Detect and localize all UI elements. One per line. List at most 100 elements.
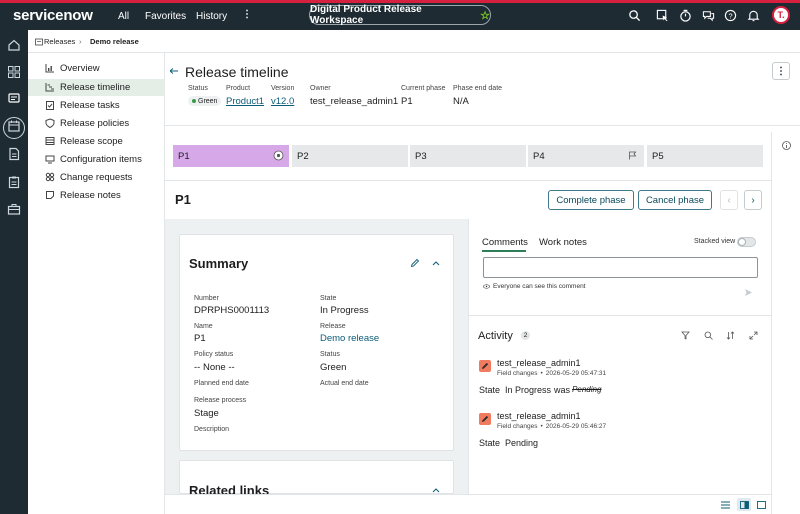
bullet-separator: • <box>540 370 543 377</box>
filter-icon[interactable] <box>681 331 690 340</box>
activity-user[interactable]: test_release_admin1 <box>497 358 581 368</box>
timer-icon[interactable] <box>679 9 692 22</box>
actual-end-date-label: Actual end date <box>320 380 369 387</box>
phase-p5[interactable]: P5 <box>647 145 763 167</box>
ci-icon <box>45 155 55 164</box>
subnav-item-release-tasks[interactable]: Release tasks <box>28 97 165 114</box>
header-more-button[interactable]: ⋮ <box>772 62 790 80</box>
favorite-star-icon[interactable]: ☆ <box>480 9 490 22</box>
split-layout-button[interactable] <box>737 498 751 511</box>
calendar-icon[interactable] <box>7 119 21 133</box>
subnav-label: Release notes <box>60 190 121 201</box>
expand-icon[interactable] <box>749 331 758 340</box>
document-icon[interactable] <box>7 147 21 161</box>
subnav-item-configuration-items[interactable]: Configuration items <box>28 151 165 168</box>
policy-status-value: -- None -- <box>194 362 235 373</box>
subnav-label: Release timeline <box>60 82 131 93</box>
policy-status-label: Policy status <box>194 351 234 358</box>
activity-title: Activity <box>478 330 513 342</box>
collapse-icon[interactable] <box>170 68 178 74</box>
tab-comments-underline <box>482 250 526 252</box>
split-layout-icon <box>739 500 749 509</box>
chevron-up-icon[interactable] <box>432 487 440 493</box>
grid-icon[interactable] <box>7 65 21 79</box>
version-link[interactable]: v12.0 <box>271 96 294 107</box>
svg-text:?: ? <box>728 11 732 20</box>
edit-pencil-icon[interactable] <box>410 258 420 268</box>
comment-input[interactable] <box>483 257 758 278</box>
field-change-entry-icon <box>479 413 491 425</box>
next-button[interactable]: › <box>744 190 762 210</box>
phase-p1[interactable]: P1 <box>173 145 289 167</box>
phase-p4[interactable]: P4 <box>528 145 644 167</box>
nav-favorites[interactable]: Favorites <box>145 11 186 22</box>
user-avatar[interactable]: T. <box>772 6 790 24</box>
tab-work-notes[interactable]: Work notes <box>539 237 587 248</box>
pencil-icon <box>482 415 489 422</box>
phase-label: P2 <box>297 151 309 162</box>
subnav-item-release-notes[interactable]: Release notes <box>28 187 165 204</box>
related-links-card: Related links <box>179 460 454 498</box>
toggle-knob <box>738 238 746 246</box>
top-navigation-bar: servicenow All Favorites History ⋮ Digit… <box>0 0 800 30</box>
chat-icon[interactable] <box>702 9 715 22</box>
list-layout-icon[interactable] <box>721 501 730 509</box>
search-icon[interactable] <box>704 331 713 340</box>
release-process-value: Stage <box>194 408 219 419</box>
release-icon[interactable] <box>7 91 21 105</box>
more-menu-icon[interactable]: ⋮ <box>242 9 252 20</box>
subnav-item-release-scope[interactable]: Release scope <box>28 133 165 150</box>
activity-meta: Field changes • 2026-05-29 05:46:27 <box>497 423 606 430</box>
chevron-up-icon[interactable] <box>432 260 440 266</box>
subnav-item-release-timeline[interactable]: Release timeline <box>28 79 165 96</box>
search-icon[interactable] <box>628 9 641 22</box>
current-phase-value: P1 <box>401 96 413 107</box>
page-title: Release timeline <box>185 64 289 80</box>
current-phase-label: Current phase <box>401 85 446 92</box>
activity-meta: Field changes • 2026-05-29 05:47:31 <box>497 370 606 377</box>
workspace-title-pill[interactable]: Digital Product Release Workspace ☆ <box>309 4 491 26</box>
planned-end-date-label: Planned end date <box>194 380 249 387</box>
product-link[interactable]: Product1 <box>226 96 264 107</box>
previous-button[interactable]: ‹ <box>720 190 738 210</box>
breadcrumb-releases[interactable]: Releases <box>44 37 75 46</box>
name-label: Name <box>194 323 213 330</box>
subnav-item-overview[interactable]: Overview <box>28 60 165 77</box>
sort-icon[interactable] <box>726 331 735 340</box>
nav-all[interactable]: All <box>118 11 129 22</box>
stacked-view-toggle[interactable] <box>737 237 756 247</box>
home-icon[interactable] <box>7 38 21 52</box>
eye-icon <box>483 284 490 289</box>
description-label: Description <box>194 426 230 433</box>
servicenow-logo[interactable]: servicenow <box>13 7 93 24</box>
full-layout-icon[interactable] <box>757 501 766 509</box>
release-link[interactable]: Demo release <box>320 333 379 344</box>
flag-icon <box>629 151 637 160</box>
send-icon[interactable] <box>744 288 753 297</box>
timeline-icon <box>45 83 54 92</box>
bullet-separator: • <box>540 423 543 430</box>
subnav-label: Configuration items <box>60 154 142 165</box>
activity-user[interactable]: test_release_admin1 <box>497 411 581 421</box>
subnav-item-release-policies[interactable]: Release policies <box>28 115 165 132</box>
notification-bell-icon[interactable] <box>747 9 760 22</box>
workspace-title: Digital Product Release Workspace <box>310 4 422 26</box>
tab-comments[interactable]: Comments <box>482 237 528 248</box>
state-label: State <box>320 295 337 302</box>
help-icon[interactable]: ? <box>724 9 737 22</box>
pointer-icon[interactable] <box>656 9 669 22</box>
info-icon[interactable] <box>782 141 791 150</box>
complete-phase-button[interactable]: Complete phase <box>548 190 634 210</box>
owner-value: test_release_admin1 <box>310 96 399 107</box>
clipboard-icon[interactable] <box>7 175 21 189</box>
phase-p3[interactable]: P3 <box>410 145 526 167</box>
list-icon <box>45 137 55 145</box>
activity-type: Field changes <box>497 423 538 430</box>
record-header: Release timeline Status Green Product Pr… <box>165 53 800 126</box>
subnav-item-change-requests[interactable]: Change requests <box>28 169 165 186</box>
nav-history[interactable]: History <box>196 11 227 22</box>
right-sidebar <box>771 132 800 514</box>
toolbox-icon[interactable] <box>7 202 21 216</box>
cancel-phase-button[interactable]: Cancel phase <box>638 190 712 210</box>
phase-p2[interactable]: P2 <box>292 145 408 167</box>
